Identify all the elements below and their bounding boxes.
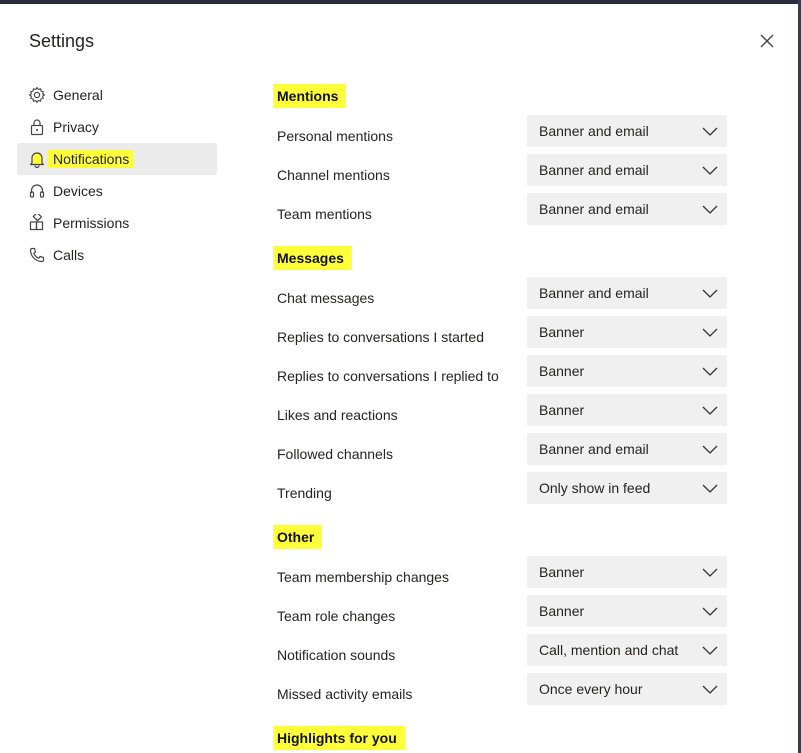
dropdown-value: Banner <box>539 564 585 580</box>
dropdown-value: Banner <box>539 603 585 619</box>
setting-label: Followed channels <box>277 446 393 462</box>
dropdown-value: Only show in feed <box>539 480 651 496</box>
chevron-down-icon <box>702 445 718 454</box>
headset-icon <box>28 182 46 200</box>
team-role-dropdown[interactable]: Banner <box>527 595 727 627</box>
dropdown-value: Banner and email <box>539 285 649 301</box>
setting-label: Likes and reactions <box>277 407 398 423</box>
section-title-messages: Messages <box>273 246 352 270</box>
replies-replied-dropdown[interactable]: Banner <box>527 355 727 387</box>
gear-icon <box>28 86 46 104</box>
chevron-down-icon <box>702 685 718 694</box>
personal-mentions-dropdown[interactable]: Banner and email <box>527 115 727 147</box>
dropdown-value: Banner <box>539 324 585 340</box>
nav-item-general[interactable]: General <box>17 79 217 111</box>
chevron-down-icon <box>702 166 718 175</box>
dropdown-value: Banner <box>539 402 585 418</box>
chevron-down-icon <box>702 127 718 136</box>
bell-icon <box>28 150 46 169</box>
chevron-down-icon <box>702 484 718 493</box>
settings-nav: General Privacy Notifications Devices Pe… <box>17 79 217 271</box>
notification-sounds-dropdown[interactable]: Call, mention and chat <box>527 634 727 666</box>
nav-item-calls[interactable]: Calls <box>17 239 217 271</box>
dropdown-value: Banner and email <box>539 123 649 139</box>
chevron-down-icon <box>702 328 718 337</box>
dropdown-value: Once every hour <box>539 681 643 697</box>
chevron-down-icon <box>702 646 718 655</box>
lock-icon <box>28 118 46 136</box>
dropdown-value: Banner and email <box>539 441 649 457</box>
setting-label: Team membership changes <box>277 569 449 585</box>
nav-item-devices[interactable]: Devices <box>17 175 217 207</box>
nav-item-notifications[interactable]: Notifications <box>17 143 217 175</box>
setting-label: Trending <box>277 485 332 501</box>
setting-label: Replies to conversations I started <box>277 329 484 345</box>
chevron-down-icon <box>702 205 718 214</box>
trending-dropdown[interactable]: Only show in feed <box>527 472 727 504</box>
team-mentions-dropdown[interactable]: Banner and email <box>527 193 727 225</box>
window-top-bar <box>0 0 801 4</box>
setting-label: Notification sounds <box>277 647 396 663</box>
chat-messages-dropdown[interactable]: Banner and email <box>527 277 727 309</box>
nav-label-privacy: Privacy <box>53 119 99 135</box>
likes-reactions-dropdown[interactable]: Banner <box>527 394 727 426</box>
dropdown-value: Banner and email <box>539 162 649 178</box>
phone-icon <box>28 246 46 264</box>
section-title-highlights: Highlights for you <box>273 726 405 750</box>
replies-started-dropdown[interactable]: Banner <box>527 316 727 348</box>
chevron-down-icon <box>702 367 718 376</box>
setting-label: Channel mentions <box>277 167 390 183</box>
dropdown-value: Banner <box>539 363 585 379</box>
channel-mentions-dropdown[interactable]: Banner and email <box>527 154 727 186</box>
nav-label-general: General <box>53 87 103 103</box>
nav-label-devices: Devices <box>53 183 103 199</box>
nav-label-calls: Calls <box>53 247 85 263</box>
chevron-down-icon <box>702 568 718 577</box>
close-icon <box>760 34 774 48</box>
section-title-mentions: Mentions <box>273 84 347 108</box>
setting-label: Team role changes <box>277 608 396 624</box>
apps-icon <box>28 211 46 232</box>
setting-label: Personal mentions <box>277 128 393 144</box>
setting-label: Team mentions <box>277 206 372 222</box>
setting-label: Missed activity emails <box>277 686 413 702</box>
nav-item-privacy[interactable]: Privacy <box>17 111 217 143</box>
team-membership-dropdown[interactable]: Banner <box>527 556 727 588</box>
dropdown-value: Call, mention and chat <box>539 642 679 658</box>
chevron-down-icon <box>702 406 718 415</box>
section-title-other: Other <box>273 525 323 549</box>
dropdown-value: Banner and email <box>539 201 649 217</box>
nav-label-notifications: Notifications <box>48 150 135 168</box>
nav-label-permissions: Permissions <box>53 215 130 231</box>
setting-label: Chat messages <box>277 290 375 306</box>
setting-label: Replies to conversations I replied to <box>277 368 499 384</box>
chevron-down-icon <box>702 289 718 298</box>
close-button[interactable] <box>756 30 778 52</box>
followed-channels-dropdown[interactable]: Banner and email <box>527 433 727 465</box>
dialog-title: Settings <box>29 31 95 51</box>
nav-item-permissions[interactable]: Permissions <box>17 207 217 239</box>
missed-activity-dropdown[interactable]: Once every hour <box>527 673 727 705</box>
chevron-down-icon <box>702 607 718 616</box>
